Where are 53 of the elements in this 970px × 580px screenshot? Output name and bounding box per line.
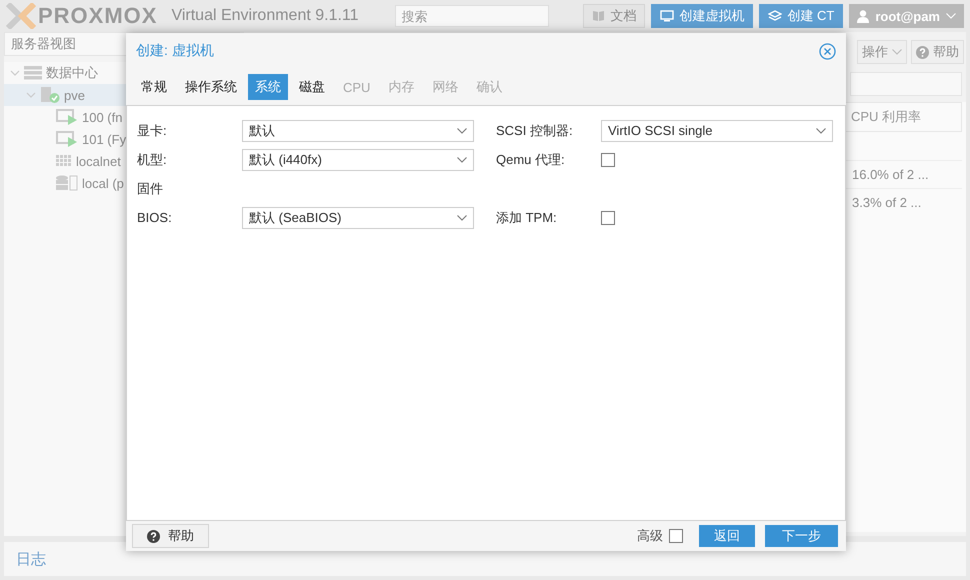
field-label: 机型: [137,150,168,168]
field-label: 显卡: [137,122,168,140]
log-title: 日志 [16,550,46,568]
caret-icon [457,156,467,162]
field-label: SCSI 控制器: [496,122,574,140]
monitor-icon [660,10,674,22]
caret-icon [946,13,956,19]
caret-icon [892,49,902,55]
cube-icon [768,10,782,22]
monitor-play-icon [56,131,78,147]
section-label: 固件 [137,180,164,198]
filter-field[interactable] [850,72,962,96]
caret-icon [457,128,467,134]
book-icon [592,10,606,22]
user-icon [857,10,870,22]
header-button[interactable]: 创建虚拟机 [651,4,754,28]
field-label: 添加 TPM: [496,208,558,226]
dropdown-field[interactable]: VirtIO SCSI single [601,120,833,142]
back-button[interactable]: 返回 [699,525,755,547]
toolbar-button[interactable]: 操作 [857,40,907,64]
help-icon [916,46,929,58]
help-button[interactable]: 帮助 [132,524,209,548]
tab[interactable]: 磁盘 [292,74,332,100]
dropdown-field[interactable]: 默认 [242,120,474,142]
advanced-label: 高级 [637,527,663,545]
tab[interactable]: 系统 [248,74,288,100]
help-icon [147,530,160,542]
header-button[interactable]: 文档 [583,4,646,28]
toolbar-button[interactable]: 帮助 [911,40,964,64]
search-field[interactable]: 搜索 [394,5,549,27]
field-label: BIOS: [137,210,173,225]
table-cell-text: 3.3% of 2 ... [851,195,922,210]
header-button[interactable]: 创建 CT [759,4,844,28]
database-icon [56,175,78,191]
caret-icon [816,128,826,134]
grid-icon [56,155,72,167]
table-cell-text: 16.0% of 2 ... [851,167,930,182]
advanced-checkbox[interactable] [669,529,683,543]
checkbox[interactable] [601,210,615,224]
caret-icon [457,214,467,220]
close-icon[interactable] [819,42,836,60]
field-label: Qemu 代理: [496,150,566,168]
server-rack-icon [24,66,42,80]
next-button[interactable]: 下一步 [765,525,838,547]
user-menu-button[interactable]: root@pam [849,4,964,28]
logo-x-icon [6,3,36,29]
monitor-play-icon [56,109,78,125]
dropdown-field[interactable]: 默认 (i440fx) [242,148,474,170]
checkbox[interactable] [601,152,615,166]
version-text: Virtual Environment 9.1.11 [171,7,359,25]
dropdown-field[interactable]: 默认 (SeaBIOS) [242,206,474,228]
logo-text: PROXMOX [38,3,158,29]
server-check-icon [40,87,60,103]
